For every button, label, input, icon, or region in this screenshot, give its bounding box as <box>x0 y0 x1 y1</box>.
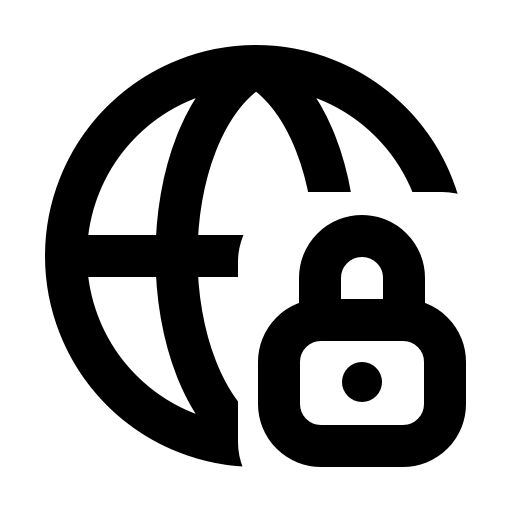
globe-lock-icon <box>45 45 467 467</box>
padlock-keyhole <box>342 362 382 402</box>
icon-canvas <box>0 0 512 512</box>
